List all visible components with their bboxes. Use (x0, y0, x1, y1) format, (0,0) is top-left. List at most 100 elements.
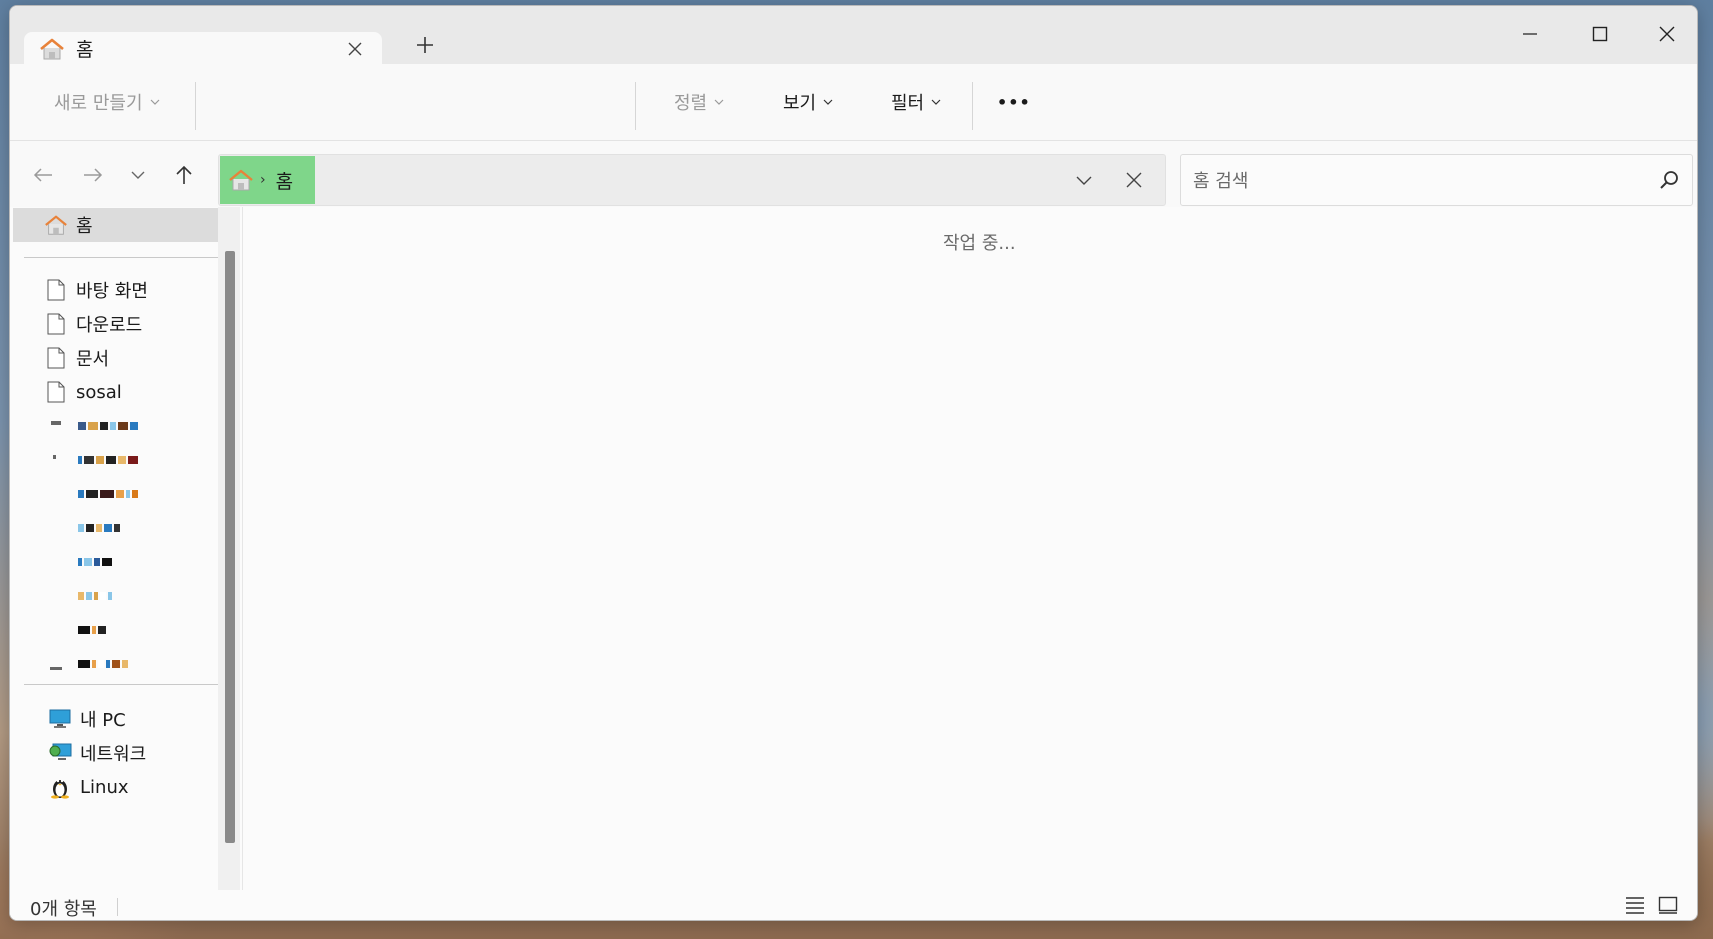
sidebar-item-redacted[interactable] (10, 443, 218, 477)
sidebar-item-redacted[interactable] (10, 477, 218, 511)
chevron-down-icon (823, 99, 833, 105)
back-button[interactable] (26, 159, 60, 191)
toolbar-divider (972, 82, 973, 130)
redacted-label (78, 624, 108, 636)
document-icon (44, 312, 68, 336)
sidebar-item-redacted[interactable] (10, 409, 218, 443)
breadcrumb[interactable]: › 홈 (220, 156, 315, 204)
forward-button[interactable] (76, 159, 110, 191)
sidebar-item-sosal[interactable]: sosal (10, 375, 218, 409)
sidebar-item-documents[interactable]: 문서 (10, 341, 218, 375)
folder-icon (44, 584, 68, 608)
folder-icon (44, 448, 68, 472)
minimize-button[interactable] (1501, 14, 1559, 54)
more-options-button[interactable]: ••• (997, 84, 1031, 120)
sidebar-item-redacted[interactable] (10, 647, 218, 681)
sidebar-item-this-pc[interactable]: 내 PC (10, 702, 218, 736)
document-icon (44, 346, 68, 370)
sidebar-divider (24, 684, 218, 685)
chevron-down-icon (1076, 176, 1092, 185)
tiles-view-button[interactable] (1656, 894, 1680, 916)
sidebar-item-label: 바탕 화면 (76, 281, 148, 302)
filter-button[interactable]: 필터 (891, 84, 941, 120)
redacted-label (78, 488, 144, 500)
chevron-down-icon (931, 99, 941, 105)
chevron-down-icon (150, 99, 159, 105)
redacted-label (78, 658, 128, 670)
close-icon (1659, 26, 1675, 42)
redacted-label (78, 556, 114, 568)
maximize-button[interactable] (1571, 14, 1629, 54)
file-list-area[interactable]: 작업 중... (243, 207, 1697, 890)
minimize-icon (1523, 33, 1537, 35)
document-icon (44, 278, 68, 302)
redacted-label (78, 522, 122, 534)
sidebar-item-label: 홈 (76, 216, 93, 237)
arrow-right-icon (84, 168, 103, 182)
status-divider (117, 898, 118, 916)
sort-button[interactable]: 정렬 (674, 84, 724, 120)
network-icon (48, 741, 72, 765)
address-history-button[interactable] (1069, 166, 1099, 194)
toolbar-divider (635, 82, 636, 130)
new-button-label: 새로 만들기 (54, 93, 143, 114)
sidebar-item-home[interactable]: 홈 (13, 208, 218, 242)
up-button[interactable] (167, 159, 201, 191)
new-button[interactable]: 새로 만들기 (54, 84, 160, 120)
details-view-button[interactable] (1623, 894, 1647, 916)
view-button-label: 보기 (783, 93, 817, 114)
sidebar-scrollbar-thumb[interactable] (225, 251, 235, 843)
more-options-icon: ••• (997, 92, 1031, 112)
details-view-icon (1626, 897, 1644, 914)
sidebar-item-label: 내 PC (80, 710, 126, 731)
sidebar-item-desktop[interactable]: 바탕 화면 (10, 273, 218, 307)
filter-button-label: 필터 (891, 93, 925, 114)
toolbar-divider (195, 82, 196, 130)
close-tab-icon[interactable] (344, 38, 366, 60)
recent-locations-button[interactable] (121, 159, 155, 191)
close-window-button[interactable] (1638, 14, 1696, 54)
folder-icon (44, 618, 68, 642)
breadcrumb-item-home[interactable]: 홈 (276, 167, 293, 194)
sidebar-item-network[interactable]: 네트워크 (10, 736, 218, 770)
navigation-bar: › 홈 (10, 141, 1697, 207)
folder-icon (44, 652, 68, 676)
sidebar-divider (24, 257, 218, 258)
title-bar: 홈 (10, 6, 1697, 65)
sidebar-item-redacted[interactable] (10, 511, 218, 545)
file-explorer-window: 홈 새로 만들기 정렬 보기 필터 ••• › 홈 홈 검색 홈 바탕 화면 다… (9, 5, 1698, 921)
redacted-label (78, 590, 114, 602)
view-button[interactable]: 보기 (783, 84, 833, 120)
chevron-down-icon (131, 171, 145, 179)
sidebar-item-redacted[interactable] (10, 545, 218, 579)
folder-icon (44, 414, 68, 438)
close-icon (1126, 172, 1142, 188)
home-icon (40, 38, 64, 59)
new-tab-button[interactable] (408, 30, 442, 60)
sidebar-item-redacted[interactable] (10, 613, 218, 647)
document-icon (44, 380, 68, 404)
folder-icon (44, 516, 68, 540)
sidebar-item-downloads[interactable]: 다운로드 (10, 307, 218, 341)
folder-icon (44, 550, 68, 574)
search-input[interactable] (1191, 167, 1635, 195)
tab-home[interactable]: 홈 (24, 32, 382, 65)
navigation-pane: 홈 바탕 화면 다운로드 문서 sosal 내 PC 네트워크 Linux (10, 207, 218, 890)
address-clear-button[interactable] (1119, 166, 1149, 194)
address-bar[interactable]: › 홈 (218, 154, 1166, 206)
redacted-label (78, 420, 144, 432)
breadcrumb-separator-icon: › (260, 172, 266, 188)
tab-label: 홈 (76, 39, 94, 61)
search-icon[interactable] (1658, 169, 1680, 191)
sidebar-item-label: Linux (80, 776, 129, 798)
sidebar-item-redacted[interactable] (10, 579, 218, 613)
arrow-left-icon (33, 168, 52, 182)
sidebar-item-label: 문서 (76, 349, 110, 370)
pc-icon (48, 707, 72, 731)
sidebar-item-linux[interactable]: Linux (10, 770, 218, 804)
home-icon (229, 169, 253, 191)
plus-icon (417, 37, 433, 53)
search-box (1180, 154, 1693, 206)
status-bar: 0개 항목 (10, 890, 1697, 920)
folder-icon (44, 482, 68, 506)
